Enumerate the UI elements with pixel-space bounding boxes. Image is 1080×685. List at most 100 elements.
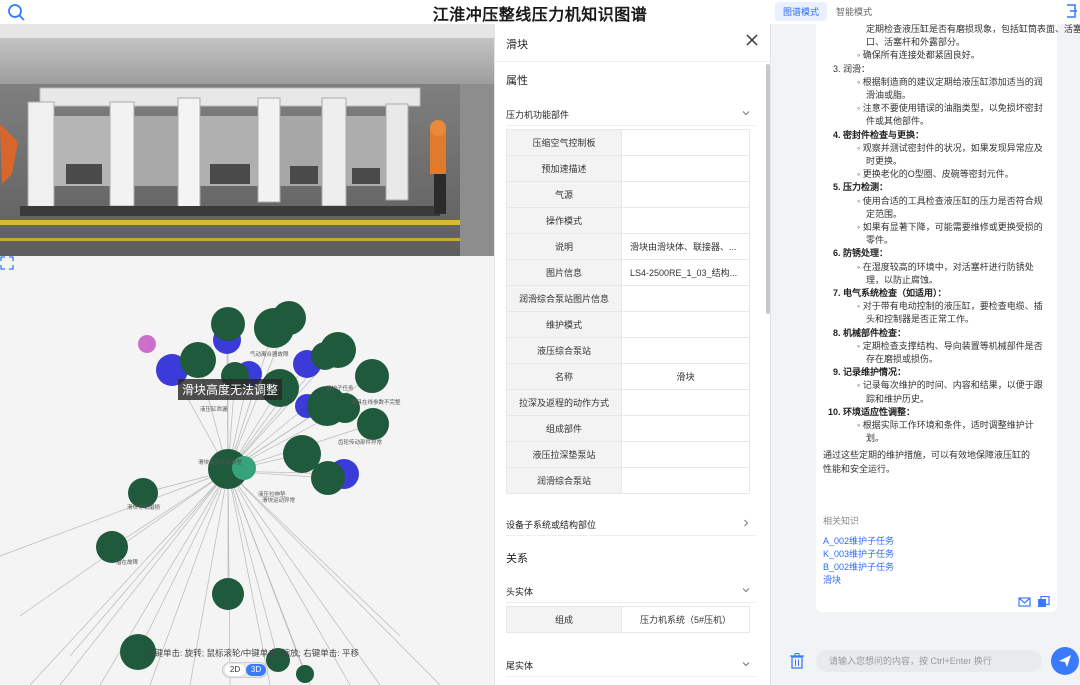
- table-row: 拉深及返程的动作方式: [506, 389, 750, 416]
- view-mode-toggle[interactable]: 2D 3D: [222, 662, 268, 678]
- top-bar: 江淮冲压整线压力机知识图谱 图谱模式 智能模式: [0, 0, 1080, 24]
- attr-value[interactable]: [621, 129, 750, 156]
- group-label: 设备子系统或结构部位: [506, 520, 597, 530]
- attr-value[interactable]: [621, 207, 750, 234]
- attr-key: 说明: [506, 233, 622, 260]
- attr-value[interactable]: [621, 285, 750, 312]
- graph-node-green[interactable]: [355, 359, 389, 393]
- relations-heading: 关系: [506, 553, 528, 565]
- graph-node-green[interactable]: [180, 342, 216, 378]
- chevron-right-icon: [744, 519, 749, 527]
- message-line: 滑油或脂。: [866, 90, 912, 100]
- message-line: 理，以防止腐蚀。: [866, 274, 939, 285]
- table-row: 压缩空气控制板: [506, 129, 750, 156]
- chat-panel: 定期检查液压缸是否有磨损现象，包括缸筒表面、活塞 口、活塞杆和外露部分。 ◦ 确保所…: [771, 24, 1080, 685]
- knowledge-graph-canvas[interactable]: 气动离合器故障 滑块高度无法调整 滑块运动异常 液压缸泄漏 维护子任务 模具在线参数不完整…: [0, 256, 494, 685]
- attr-key: 液压综合泵站: [506, 337, 622, 364]
- table-row: 说明 滑块由滑块体、联接器、...: [506, 233, 750, 260]
- graph-node-green[interactable]: [357, 408, 389, 440]
- table-row: 润滑综合泵站: [506, 467, 750, 494]
- head-entity-table: 组成 压力机系统（5#压机）: [506, 606, 750, 633]
- exit-icon[interactable]: [1064, 3, 1078, 19]
- attr-value[interactable]: 滑块由滑块体、联接器、...: [621, 233, 750, 260]
- factory-scene-image: [0, 24, 494, 256]
- panel-scrollbar[interactable]: [766, 64, 770, 314]
- attr-value[interactable]: [621, 337, 750, 364]
- graph-node-green[interactable]: [96, 531, 128, 563]
- message-line: 5. 压力检测：: [833, 182, 889, 193]
- graph-node-label: 滑块导轨磨损: [127, 503, 161, 511]
- message-line: ◦ 在湿度较高的环境中，对活塞杆进行防锈处: [857, 261, 1034, 272]
- trash-icon[interactable]: [790, 653, 804, 669]
- graph-node-label: 液压拉伸垫: [258, 490, 286, 498]
- message-line: 8. 机械部件检查：: [833, 327, 907, 338]
- attr-value[interactable]: [621, 389, 750, 416]
- toggle-3d[interactable]: 3D: [246, 664, 266, 676]
- graph-node-green[interactable]: [212, 578, 244, 610]
- related-link[interactable]: K_003维护子任务: [823, 548, 894, 561]
- tab-smart-mode[interactable]: 智能模式: [828, 2, 880, 21]
- entity-detail-panel: 滑块 属性 压力机功能部件 压缩空气控制板 预加速描述 气源 操作模式 说明 滑块由滑块体…: [494, 24, 771, 685]
- table-row: 润滑综合泵站图片信息: [506, 285, 750, 312]
- message-line: ◦ 确保所有连接处都紧固良好。: [857, 50, 980, 61]
- attr-value[interactable]: [621, 467, 750, 494]
- graph-node-label: 液压缸泄漏: [200, 405, 228, 413]
- close-icon[interactable]: [746, 34, 758, 46]
- related-link[interactable]: 滑块: [823, 574, 841, 587]
- graph-node-label: 滑块高度无法调整: [198, 458, 243, 466]
- attr-value[interactable]: [621, 181, 750, 208]
- graph-network: 气动离合器故障滑块高度无法调整滑块运动异常液压缸泄漏维护子任务模具在线参数不完整…: [0, 301, 441, 685]
- message-line: ◦ 更换老化的O型圈、皮碗等密封元件。: [857, 169, 1014, 180]
- group-subsystem[interactable]: 设备子系统或结构部位: [506, 510, 756, 536]
- message-line: 6. 防锈处理：: [833, 248, 889, 259]
- related-link[interactable]: B_002维护子任务: [823, 561, 894, 574]
- message-line: 定范围。: [866, 208, 903, 219]
- attr-key: 气源: [506, 181, 622, 208]
- feedback-icon[interactable]: [1018, 597, 1031, 607]
- chevron-down-icon: [742, 111, 750, 116]
- message-line: ◦ 使用合适的工具检查液压缸的压力是否符合规: [857, 195, 1043, 206]
- panel-title: 滑块: [506, 39, 528, 51]
- group-label: 头实体: [506, 587, 534, 597]
- graph-node-green[interactable]: [211, 307, 245, 341]
- attr-value[interactable]: [621, 441, 750, 468]
- message-line: ◦ 对于带有电动控制的液压缸，要检查电缆、插: [857, 301, 1043, 312]
- message-line: ◦ 根据制造商的建议定期给液压缸添加适当的润: [857, 76, 1043, 87]
- table-row: 预加速描述: [506, 155, 750, 182]
- chat-input[interactable]: 请输入您想问的内容，按 Ctrl+Enter 换行: [816, 650, 1042, 672]
- toggle-2d[interactable]: 2D: [225, 664, 245, 676]
- table-row: 组成 压力机系统（5#压机）: [506, 606, 750, 633]
- graph-node-green[interactable]: [296, 665, 314, 683]
- graph-node-green[interactable]: [307, 386, 347, 426]
- attr-key: 组成部件: [506, 415, 622, 442]
- attr-value[interactable]: [621, 155, 750, 182]
- graph-node-green[interactable]: [311, 342, 339, 370]
- graph-node-green[interactable]: [311, 461, 345, 495]
- attr-key: 维护模式: [506, 311, 622, 338]
- fullscreen-icon[interactable]: [0, 256, 14, 270]
- group-head-entity[interactable]: 头实体: [506, 577, 756, 603]
- table-row: 维护模式: [506, 311, 750, 338]
- attributes-heading: 属性: [506, 75, 528, 87]
- copy-icon[interactable]: [1038, 596, 1050, 608]
- send-button[interactable]: [1051, 647, 1079, 675]
- message-line: 划。: [866, 433, 885, 444]
- group-functional-parts[interactable]: 压力机功能部件: [506, 100, 756, 126]
- attr-value[interactable]: [621, 415, 750, 442]
- group-tail-entity[interactable]: 尾实体: [506, 651, 756, 677]
- attr-value[interactable]: LS4-2500RE_1_03_结构...: [621, 259, 750, 286]
- graph-node-green[interactable]: [128, 478, 158, 508]
- attr-key: 预加速描述: [506, 155, 622, 182]
- attr-value[interactable]: 压力机系统（5#压机）: [621, 606, 750, 633]
- attr-key: 压缩空气控制板: [506, 129, 622, 156]
- graph-node-pink[interactable]: [138, 335, 156, 353]
- related-link[interactable]: A_002维护子任务: [823, 535, 894, 548]
- message-line: 件或其他部件。: [866, 116, 930, 127]
- tab-graph-mode[interactable]: 图谱模式: [775, 2, 828, 21]
- graph-node-green[interactable]: [272, 301, 306, 335]
- message-line: 口、活塞杆和外露部分。: [866, 37, 966, 48]
- attr-value[interactable]: 滑块: [621, 363, 750, 390]
- attr-value[interactable]: [621, 311, 750, 338]
- factory-3d-view[interactable]: [0, 24, 494, 256]
- chevron-down-icon: [742, 588, 750, 593]
